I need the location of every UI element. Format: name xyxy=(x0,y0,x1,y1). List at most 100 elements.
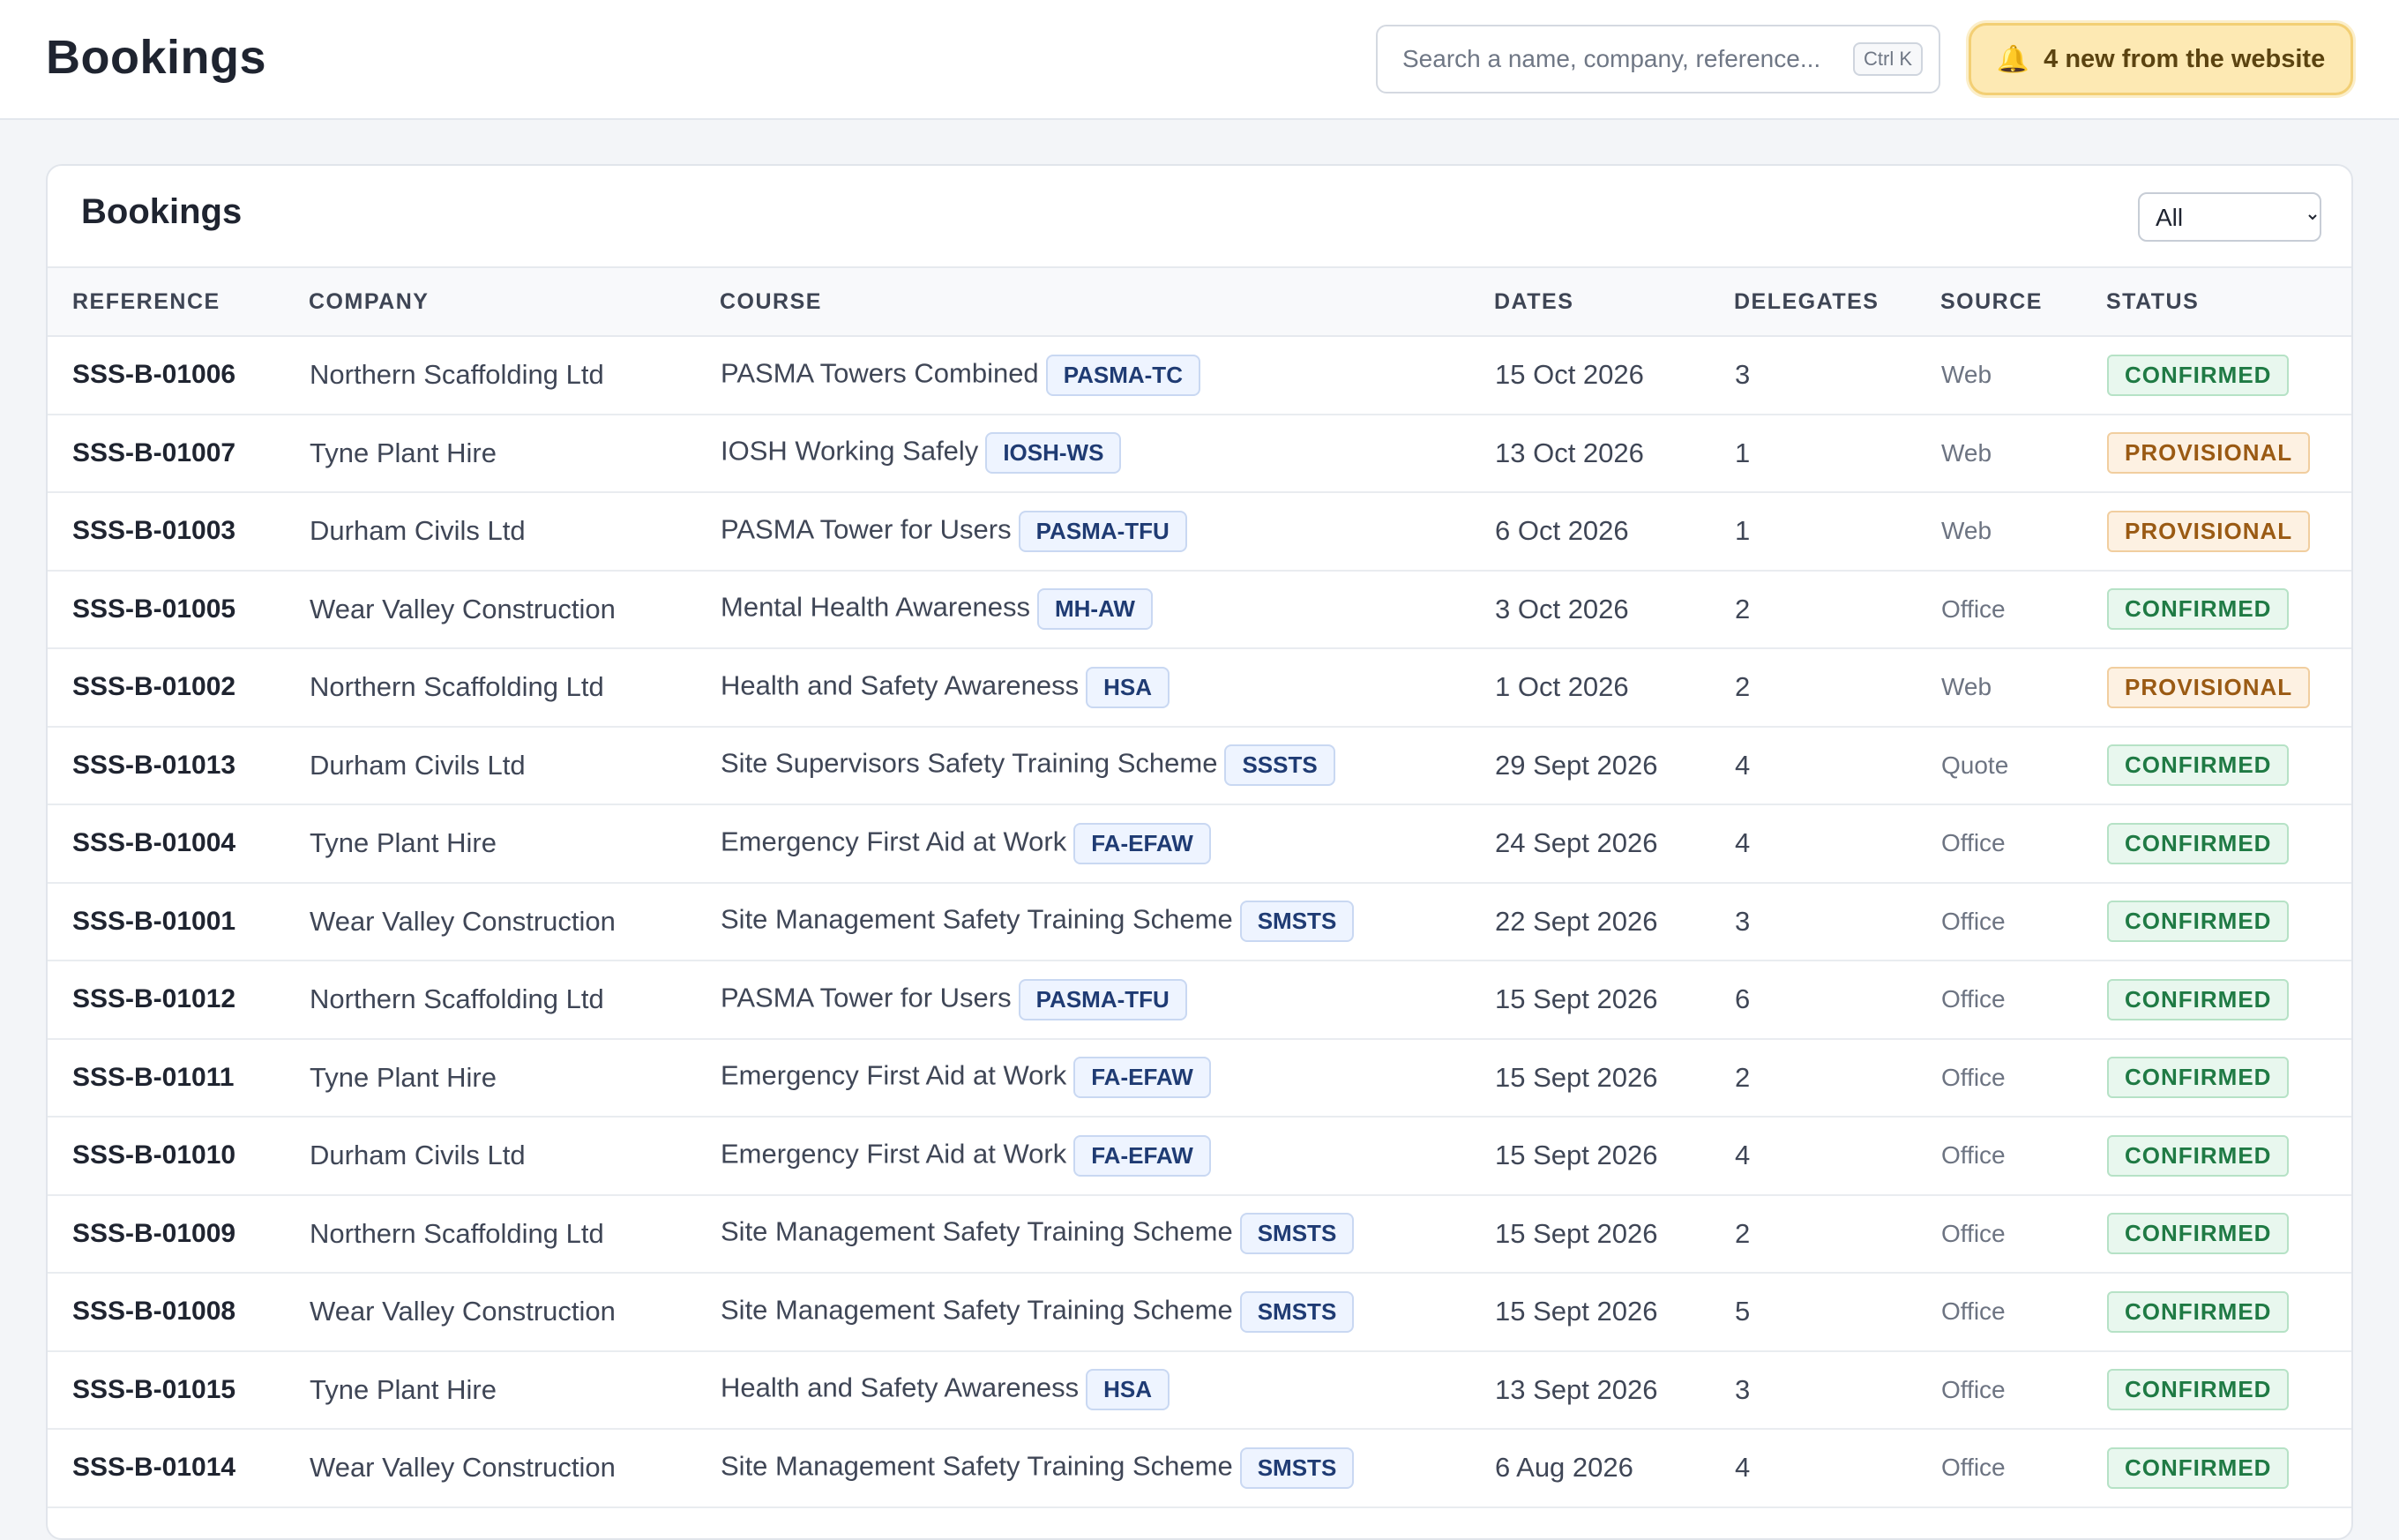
status-cell: CONFIRMED xyxy=(2106,727,2351,805)
course-code-badge: SMSTS xyxy=(1239,1447,1355,1489)
booking-dates: 15 Sept 2026 xyxy=(1495,1296,1658,1327)
column-header-dates[interactable]: Dates xyxy=(1494,267,1734,336)
delegate-count: 2 xyxy=(1735,1061,1751,1093)
course-code-badge: PASMA-TFU xyxy=(1018,978,1187,1020)
column-header-status[interactable]: Status xyxy=(2106,267,2351,336)
booking-reference[interactable]: SSS-B-01004 xyxy=(48,804,309,883)
status-cell: CONFIRMED xyxy=(2106,883,2351,961)
column-header-company[interactable]: Company xyxy=(309,267,720,336)
delegate-count: 1 xyxy=(1735,437,1751,468)
column-header-course[interactable]: Course xyxy=(720,267,1494,336)
booking-source: Web xyxy=(1941,517,1992,545)
table-row[interactable]: SSS-B-01015 Tyne Plant Hire Health and Saf… xyxy=(48,1351,2351,1430)
course-cell: Emergency First Aid at Work FA-EFAW xyxy=(720,1039,1494,1118)
course-code-badge: PASMA-TC xyxy=(1045,354,1200,396)
booking-reference[interactable]: SSS-B-01003 xyxy=(48,492,309,571)
page-title: Bookings xyxy=(46,31,267,84)
booking-source: Office xyxy=(1941,985,2006,1013)
status-cell: CONFIRMED xyxy=(2106,1351,2351,1430)
booking-reference[interactable]: SSS-B-01012 xyxy=(48,961,309,1039)
table-row[interactable]: SSS-B-01010 Durham Civils Ltd Emergency Fi… xyxy=(48,1117,2351,1195)
booking-reference[interactable]: SSS-B-01013 xyxy=(48,727,309,805)
table-row[interactable]: SSS-B-01014 Wear Valley Construction Site … xyxy=(48,1429,2351,1507)
booking-reference[interactable]: SSS-B-01015 xyxy=(48,1351,309,1430)
table-row[interactable]: SSS-B-01011 Tyne Plant Hire Emergency Firs… xyxy=(48,1039,2351,1118)
booking-dates: 15 Sept 2026 xyxy=(1495,1217,1658,1249)
column-header-reference[interactable]: Reference xyxy=(48,267,309,336)
table-row[interactable]: SSS-B-01004 Tyne Plant Hire Emergency Firs… xyxy=(48,804,2351,883)
booking-dates: 3 Oct 2026 xyxy=(1495,593,1629,624)
table-row[interactable]: SSS-B-01008 Wear Valley Construction Site … xyxy=(48,1273,2351,1351)
course-code-badge: SSSTS xyxy=(1224,744,1335,787)
status-badge: CONFIRMED xyxy=(2107,588,2290,631)
status-cell: CONFIRMED xyxy=(2106,571,2351,649)
course-name: Site Management Safety Training Scheme xyxy=(721,1215,1233,1247)
booking-reference[interactable]: SSS-B-01001 xyxy=(48,883,309,961)
search-box[interactable]: Ctrl K xyxy=(1376,25,1940,93)
status-cell: CONFIRMED xyxy=(2106,1039,2351,1118)
status-cell: CONFIRMED xyxy=(2106,1195,2351,1274)
company-name: Durham Civils Ltd xyxy=(310,515,526,547)
course-cell: PASMA Towers Combined PASMA-TC xyxy=(720,336,1494,415)
booking-reference[interactable]: SSS-B-01002 xyxy=(48,648,309,727)
table-row[interactable]: SSS-B-01002 Northern Scaffolding Ltd Healt… xyxy=(48,648,2351,727)
delegate-count: 3 xyxy=(1735,1373,1751,1405)
status-filter-select[interactable]: All xyxy=(2138,192,2321,242)
company-name: Northern Scaffolding Ltd xyxy=(310,671,604,703)
booking-dates: 15 Sept 2026 xyxy=(1495,1140,1658,1171)
booking-reference[interactable]: SSS-B-01014 xyxy=(48,1429,309,1507)
course-code-badge: SMSTS xyxy=(1239,1290,1355,1333)
table-row[interactable]: SSS-B-01005 Wear Valley Construction Menta… xyxy=(48,571,2351,649)
company-name: Durham Civils Ltd xyxy=(310,749,526,781)
booking-reference[interactable]: SSS-B-01007 xyxy=(48,415,309,493)
table-row[interactable]: SSS-B-01007 Tyne Plant Hire IOSH Working S… xyxy=(48,415,2351,493)
table-row[interactable]: SSS-B-01006 Northern Scaffolding Ltd PASMA… xyxy=(48,336,2351,415)
booking-reference[interactable]: SSS-B-01006 xyxy=(48,336,309,415)
course-cell: Health and Safety Awareness HSA xyxy=(720,1351,1494,1430)
status-cell: CONFIRMED xyxy=(2106,336,2351,415)
search-input[interactable] xyxy=(1401,44,1853,74)
course-name: Site Management Safety Training Scheme xyxy=(721,1450,1233,1482)
course-code-badge: HSA xyxy=(1086,666,1170,708)
booking-reference[interactable]: SSS-B-01005 xyxy=(48,571,309,649)
table-row[interactable]: SSS-B-01012 Northern Scaffolding Ltd PASMA… xyxy=(48,961,2351,1039)
booking-reference[interactable]: SSS-B-01008 xyxy=(48,1273,309,1351)
course-name: PASMA Tower for Users xyxy=(721,513,1012,545)
booking-source: Office xyxy=(1941,1063,2006,1091)
booking-reference[interactable]: SSS-B-01010 xyxy=(48,1117,309,1195)
company-name: Wear Valley Construction xyxy=(310,1296,616,1327)
top-bar: Bookings Ctrl K 🔔 4 new from the website xyxy=(0,0,2399,120)
booking-dates: 29 Sept 2026 xyxy=(1495,749,1658,781)
new-bookings-label: 4 new from the website xyxy=(2044,44,2326,73)
column-header-source[interactable]: Source xyxy=(1940,267,2106,336)
company-name: Tyne Plant Hire xyxy=(310,1373,497,1405)
booking-source: Web xyxy=(1941,438,1992,467)
table-row[interactable]: SSS-B-01001 Wear Valley Construction Site … xyxy=(48,883,2351,961)
company-name: Tyne Plant Hire xyxy=(310,1061,497,1093)
delegate-count: 5 xyxy=(1735,1296,1751,1327)
column-header-delegates[interactable]: Delegates xyxy=(1734,267,1940,336)
booking-source: Office xyxy=(1941,829,2006,857)
table-row[interactable]: SSS-B-01013 Durham Civils Ltd Site Supervi… xyxy=(48,727,2351,805)
status-badge: CONFIRMED xyxy=(2107,1057,2290,1099)
company-name: Durham Civils Ltd xyxy=(310,1140,526,1171)
booking-dates: 13 Oct 2026 xyxy=(1495,437,1644,468)
table-row[interactable]: SSS-B-01009 Northern Scaffolding Ltd Site … xyxy=(48,1195,2351,1274)
booking-reference[interactable]: SSS-B-01009 xyxy=(48,1195,309,1274)
course-name: Emergency First Aid at Work xyxy=(721,1138,1067,1170)
delegate-count: 4 xyxy=(1735,827,1751,859)
company-name: Tyne Plant Hire xyxy=(310,437,497,468)
course-cell: Site Management Safety Training Scheme SM… xyxy=(720,1273,1494,1351)
booking-dates: 15 Sept 2026 xyxy=(1495,1061,1658,1093)
course-cell: PASMA Tower for Users PASMA-TFU xyxy=(720,492,1494,571)
status-cell: CONFIRMED xyxy=(2106,961,2351,1039)
new-bookings-button[interactable]: 🔔 4 new from the website xyxy=(1969,23,2353,95)
company-name: Wear Valley Construction xyxy=(310,1452,616,1484)
booking-reference[interactable]: SSS-B-01011 xyxy=(48,1039,309,1118)
booking-source: Office xyxy=(1941,594,2006,623)
table-row[interactable]: SSS-B-01003 Durham Civils Ltd PASMA Tower … xyxy=(48,492,2351,571)
course-cell: Mental Health Awareness MH-AW xyxy=(720,571,1494,649)
course-name: Emergency First Aid at Work xyxy=(721,826,1067,857)
status-cell: CONFIRMED xyxy=(2106,804,2351,883)
booking-source: Office xyxy=(1941,907,2006,935)
